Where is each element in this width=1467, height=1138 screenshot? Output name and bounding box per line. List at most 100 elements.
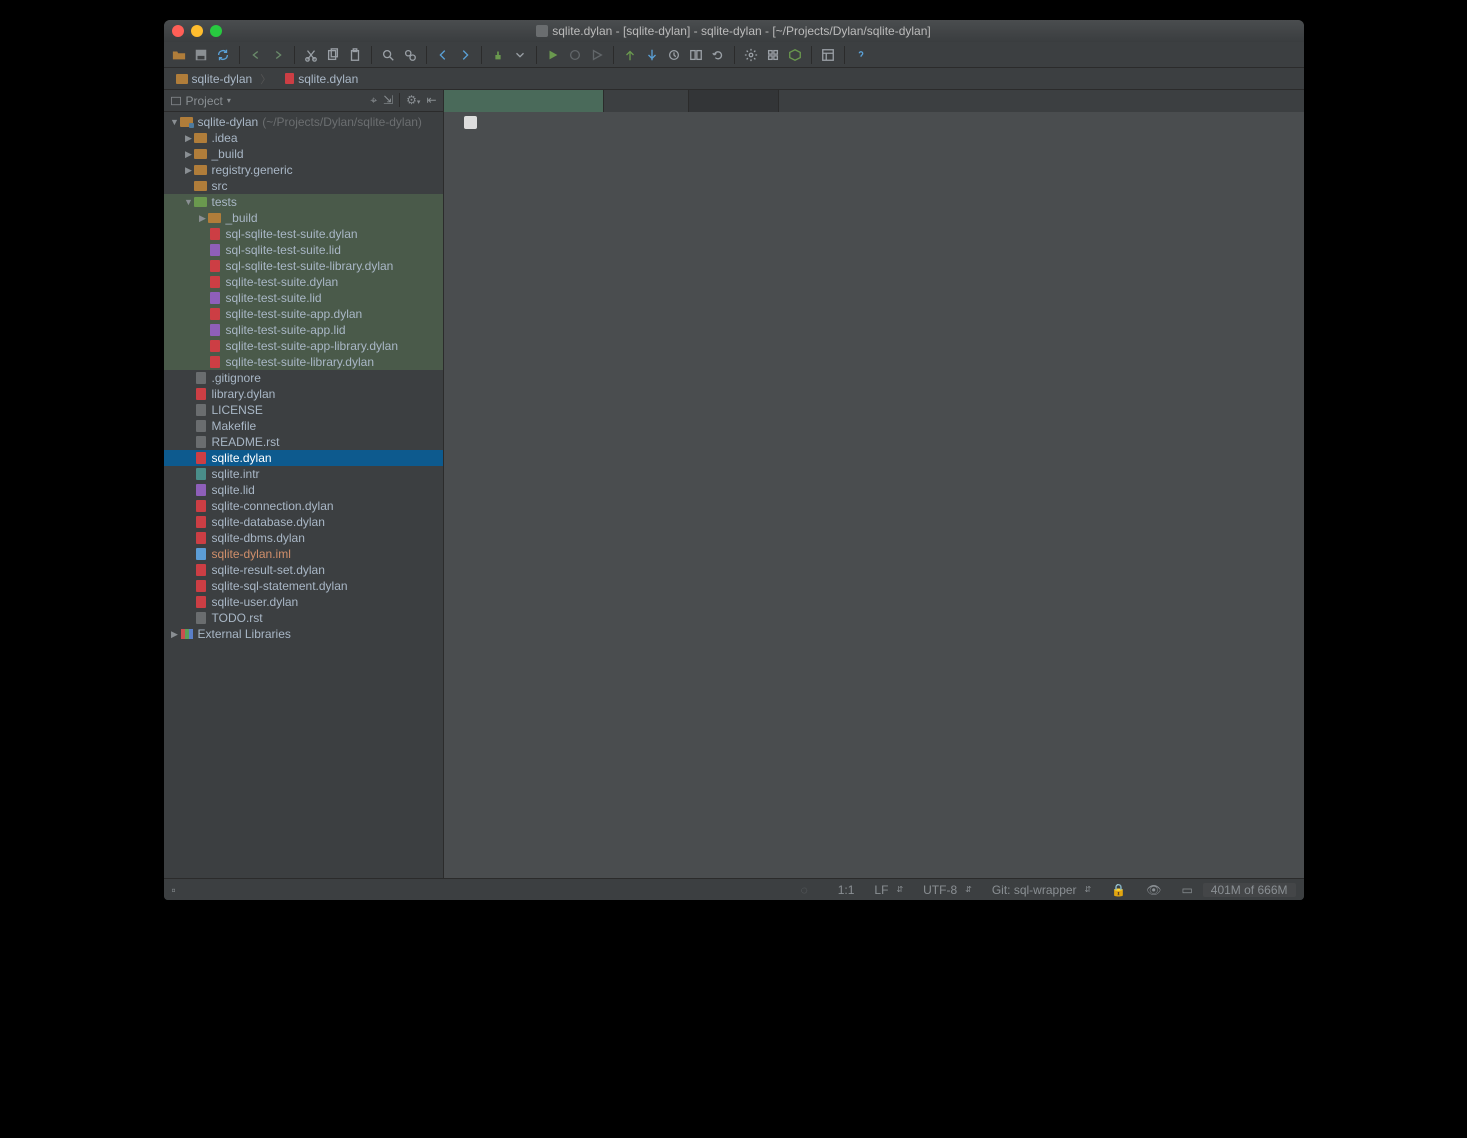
cut-button[interactable] — [302, 46, 320, 64]
lid-icon — [210, 324, 220, 336]
settings-button[interactable] — [742, 46, 760, 64]
tree-item[interactable]: ▶registry.generic — [164, 162, 443, 178]
minimize-window-button[interactable] — [191, 25, 203, 37]
tree-item-label: tests — [212, 195, 237, 209]
tree-item-label: README.rst — [212, 435, 280, 449]
editor-content[interactable] — [494, 112, 1304, 878]
tree-item-label: src — [212, 179, 228, 193]
editor-tab-3[interactable] — [689, 90, 779, 112]
zoom-window-button[interactable] — [210, 25, 222, 37]
tree-item-label: sql-sqlite-test-suite.dylan — [226, 227, 358, 241]
tree-item-label: TODO.rst — [212, 611, 263, 625]
chevron-down-icon[interactable]: ▼ — [170, 117, 180, 127]
tree-item[interactable]: .gitignore — [164, 370, 443, 386]
open-file-button[interactable] — [170, 46, 188, 64]
tree-item[interactable]: README.rst — [164, 434, 443, 450]
tree-item[interactable]: sql-sqlite-test-suite.dylan — [164, 226, 443, 242]
layout-button[interactable] — [819, 46, 837, 64]
tree-item[interactable]: sqlite-test-suite-app.lid — [164, 322, 443, 338]
copy-button[interactable] — [324, 46, 342, 64]
structure-button[interactable] — [764, 46, 782, 64]
tree-item[interactable]: sqlite-test-suite.lid — [164, 290, 443, 306]
undo-button[interactable] — [247, 46, 265, 64]
breadcrumb-file[interactable]: sqlite.dylan — [279, 72, 372, 86]
tree-item[interactable]: sqlite-test-suite-app.dylan — [164, 306, 443, 322]
help-button[interactable] — [852, 46, 870, 64]
project-view-selector[interactable]: Project ▾ — [170, 94, 231, 108]
chevron-right-icon[interactable]: ▶ — [198, 213, 208, 224]
tree-item[interactable]: sqlite-dylan.iml — [164, 546, 443, 562]
collapse-icon[interactable]: ⇲ — [383, 93, 393, 108]
vcs-diff-button[interactable] — [687, 46, 705, 64]
editor-tab-active[interactable] — [444, 90, 604, 112]
hide-icon[interactable]: ⇤ — [426, 93, 436, 108]
find-button[interactable] — [379, 46, 397, 64]
close-window-button[interactable] — [172, 25, 184, 37]
breadcrumb-root[interactable]: sqlite-dylan — [170, 71, 278, 87]
tree-item[interactable]: sqlite-connection.dylan — [164, 498, 443, 514]
run-button[interactable] — [544, 46, 562, 64]
paste-button[interactable] — [346, 46, 364, 64]
tree-item[interactable]: src — [164, 178, 443, 194]
tree-item[interactable]: sqlite.lid — [164, 482, 443, 498]
tree-item[interactable]: ▶External Libraries — [164, 626, 443, 642]
tree-item[interactable]: sqlite-user.dylan — [164, 594, 443, 610]
tree-item[interactable]: sqlite-dbms.dylan — [164, 530, 443, 546]
vcs-history-button[interactable] — [665, 46, 683, 64]
cursor-position[interactable]: 1:1 — [828, 883, 865, 897]
redo-button[interactable] — [269, 46, 287, 64]
gear-icon[interactable]: ⚙▾ — [406, 93, 420, 108]
run-coverage-button[interactable] — [588, 46, 606, 64]
editor-tab-2[interactable] — [604, 90, 689, 112]
encoding-selector[interactable]: UTF-8⇵ — [913, 883, 982, 897]
back-button[interactable] — [434, 46, 452, 64]
tree-item[interactable]: TODO.rst — [164, 610, 443, 626]
tree-item[interactable]: sqlite-result-set.dylan — [164, 562, 443, 578]
tree-item[interactable]: ▼sqlite-dylan (~/Projects/Dylan/sqlite-d… — [164, 114, 443, 130]
chevron-right-icon[interactable]: ▶ — [184, 149, 194, 160]
tree-item[interactable]: library.dylan — [164, 386, 443, 402]
tree-item[interactable]: sqlite.intr — [164, 466, 443, 482]
debug-button[interactable] — [566, 46, 584, 64]
tree-item[interactable]: sqlite-test-suite.dylan — [164, 274, 443, 290]
tree-item[interactable]: sqlite.dylan — [164, 450, 443, 466]
chevron-down-icon[interactable] — [511, 46, 529, 64]
git-branch-selector[interactable]: Git: sql-wrapper⇵ — [982, 883, 1101, 897]
project-tree[interactable]: ▼sqlite-dylan (~/Projects/Dylan/sqlite-d… — [164, 112, 443, 878]
build-button[interactable] — [489, 46, 507, 64]
vcs-commit-button[interactable] — [643, 46, 661, 64]
line-separator-selector[interactable]: LF⇵ — [864, 883, 913, 897]
tree-item[interactable]: sql-sqlite-test-suite-library.dylan — [164, 258, 443, 274]
vcs-revert-button[interactable] — [709, 46, 727, 64]
bookmark-icon[interactable] — [464, 116, 477, 129]
tool-window-quick-access[interactable]: ▫ — [172, 883, 186, 897]
chevron-down-icon[interactable]: ▼ — [184, 197, 194, 207]
tree-item[interactable]: sqlite-test-suite-app-library.dylan — [164, 338, 443, 354]
tree-item[interactable]: ▼ tests — [164, 194, 443, 210]
inspect-icon[interactable]: 👁 — [1136, 883, 1171, 897]
notifications-icon[interactable]: ▭ — [1171, 883, 1202, 897]
tree-item[interactable]: ▶_build — [164, 210, 443, 226]
tree-item[interactable]: ▶.idea — [164, 130, 443, 146]
tree-item[interactable]: sqlite-test-suite-library.dylan — [164, 354, 443, 370]
dylan-icon — [196, 452, 206, 464]
replace-button[interactable] — [401, 46, 419, 64]
chevron-right-icon[interactable]: ▶ — [184, 165, 194, 176]
tree-item[interactable]: sqlite-sql-statement.dylan — [164, 578, 443, 594]
memory-indicator[interactable]: 401M of 666M — [1203, 883, 1296, 897]
tree-item[interactable]: ▶_build — [164, 146, 443, 162]
sync-button[interactable] — [214, 46, 232, 64]
tree-item[interactable]: sql-sqlite-test-suite.lid — [164, 242, 443, 258]
tree-item[interactable]: LICENSE — [164, 402, 443, 418]
chevron-right-icon[interactable]: ▶ — [184, 133, 194, 144]
lock-icon[interactable]: 🔒 — [1101, 883, 1136, 897]
vcs-update-button[interactable] — [621, 46, 639, 64]
tree-item[interactable]: sqlite-database.dylan — [164, 514, 443, 530]
status-bar: ▫ ◌ 1:1 LF⇵ UTF-8⇵ Git: sql-wrapper⇵ 🔒 👁… — [164, 878, 1304, 900]
chevron-right-icon[interactable]: ▶ — [170, 629, 180, 640]
save-all-button[interactable] — [192, 46, 210, 64]
sdk-button[interactable] — [786, 46, 804, 64]
tree-item[interactable]: Makefile — [164, 418, 443, 434]
target-icon[interactable]: ⌖ — [370, 93, 377, 108]
forward-button[interactable] — [456, 46, 474, 64]
